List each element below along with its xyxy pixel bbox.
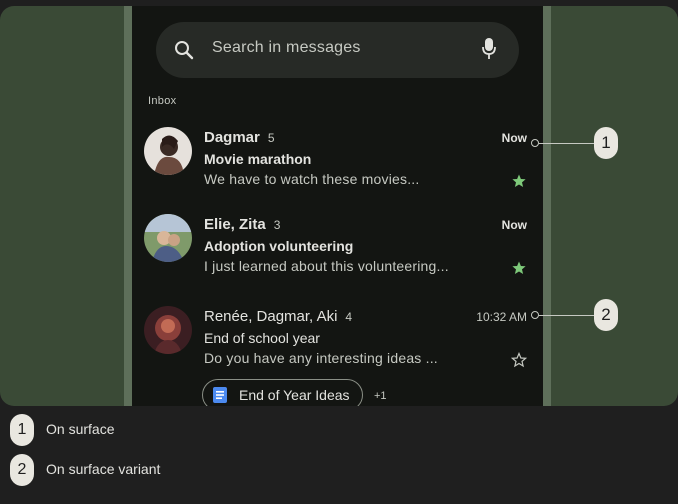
phone-screen: Search in messages Inbox Dagmar 5 Now Mov… bbox=[132, 6, 543, 406]
timestamp: Now bbox=[501, 131, 527, 145]
star-filled-icon[interactable] bbox=[511, 260, 527, 276]
frame-border-right bbox=[543, 6, 551, 406]
avatar bbox=[144, 306, 192, 354]
callout-badge: 2 bbox=[594, 299, 618, 331]
avatar bbox=[144, 214, 192, 262]
list-item[interactable]: Elie, Zita 3 Now Adoption volunteering I … bbox=[132, 214, 543, 302]
diagram-stage: Search in messages Inbox Dagmar 5 Now Mov… bbox=[0, 6, 678, 406]
timestamp: Now bbox=[501, 218, 527, 232]
thread-count: 3 bbox=[273, 218, 281, 232]
microphone-icon[interactable] bbox=[482, 38, 496, 60]
callout-line bbox=[539, 143, 594, 144]
avatar bbox=[144, 127, 192, 175]
email-preview: I just learned about this volunteering..… bbox=[204, 258, 449, 274]
email-preview: We have to watch these movies... bbox=[204, 171, 420, 187]
legend-label: On surface bbox=[46, 421, 115, 437]
thread-count: 5 bbox=[267, 131, 275, 145]
email-subject: Adoption volunteering bbox=[204, 238, 354, 254]
callout-dot bbox=[531, 311, 539, 319]
callout-dot bbox=[531, 139, 539, 147]
attachment-name: End of Year Ideas bbox=[239, 387, 350, 403]
list-item[interactable]: Renée, Dagmar, Aki 4 10:32 AM End of scho… bbox=[132, 306, 543, 406]
more-attachments-count: +1 bbox=[374, 390, 387, 402]
legend-label: On surface variant bbox=[46, 461, 161, 477]
search-bar[interactable]: Search in messages bbox=[156, 22, 519, 78]
sender-name: Elie, Zita 3 bbox=[204, 216, 281, 233]
email-subject: End of school year bbox=[204, 330, 320, 346]
sender-name: Dagmar 5 bbox=[204, 129, 275, 146]
email-subject: Movie marathon bbox=[204, 151, 312, 167]
star-outline-icon[interactable] bbox=[511, 352, 527, 368]
list-item[interactable]: Dagmar 5 Now Movie marathon We have to wa… bbox=[132, 127, 543, 215]
inbox-label: Inbox bbox=[148, 95, 177, 107]
search-icon bbox=[175, 41, 194, 60]
document-icon bbox=[213, 387, 227, 403]
callout-line bbox=[539, 315, 594, 316]
sender-name: Renée, Dagmar, Aki 4 bbox=[204, 308, 353, 325]
callout-badge: 1 bbox=[594, 127, 618, 159]
thread-count: 4 bbox=[345, 310, 353, 324]
attachment-chip[interactable]: End of Year Ideas bbox=[202, 379, 363, 406]
star-filled-icon[interactable] bbox=[511, 173, 527, 189]
timestamp: 10:32 AM bbox=[476, 310, 527, 324]
legend-badge: 1 bbox=[10, 414, 34, 446]
email-preview: Do you have any interesting ideas ... bbox=[204, 350, 438, 366]
legend-badge: 2 bbox=[10, 454, 34, 486]
frame-border-left bbox=[124, 6, 132, 406]
search-input[interactable]: Search in messages bbox=[212, 39, 361, 57]
